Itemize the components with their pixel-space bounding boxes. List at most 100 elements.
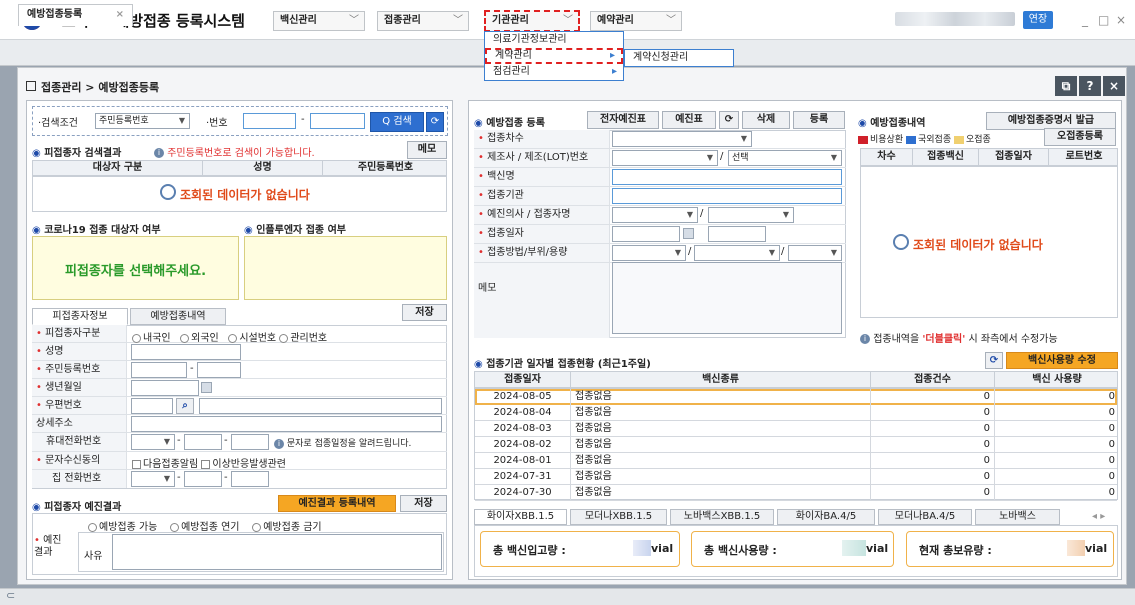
tab-person-info[interactable]: 피접종자정보 <box>32 308 128 325</box>
submenu-contract-application[interactable]: 계약신청관리 <box>624 49 734 67</box>
radio-manage[interactable] <box>279 333 289 343</box>
memo-button[interactable]: 메모 <box>407 141 447 159</box>
error-register-button[interactable]: 오접종등록 <box>1044 128 1116 146</box>
radio-domestic[interactable] <box>132 333 141 343</box>
home-mid-input[interactable] <box>184 471 222 487</box>
menu-institution[interactable]: 기관관리 ﹀ <box>484 10 580 32</box>
dropdown-item-hospital-info[interactable]: 의료기관정보관리 <box>485 32 623 48</box>
dropdown-item-contract[interactable]: 계약관리 ▸ <box>485 48 623 64</box>
reason-input[interactable] <box>112 534 442 570</box>
breadcrumb-icon <box>26 81 36 91</box>
vaccinator-select[interactable]: ▼ <box>708 207 794 223</box>
daily-cell-type: 접종없음 <box>571 437 871 453</box>
table-row[interactable]: 2024-08-03 접종없음 0 0 <box>475 421 1117 437</box>
tab-vaccination-history[interactable]: 예방접종내역 <box>130 308 226 325</box>
vaccine-tab[interactable]: 노바백스 <box>975 509 1060 525</box>
delete-button[interactable]: 삭제 <box>742 111 790 129</box>
menu-vaccination[interactable]: 접종관리 ﹀ <box>377 11 469 31</box>
close-button[interactable]: × <box>1116 13 1126 27</box>
search-button[interactable]: Q 검색 <box>370 112 424 132</box>
col-target-type: 대상자 구분 <box>33 161 203 175</box>
prescreen-save-button[interactable]: 저장 <box>400 495 447 512</box>
vaccine-tab[interactable]: 모더나BA.4/5 <box>878 509 972 525</box>
number-label: ·번호 <box>206 118 228 129</box>
popup-icon[interactable]: ⧉ <box>1055 76 1077 96</box>
checkbox-adverse[interactable] <box>201 459 211 469</box>
daily-cell-count: 0 <box>871 469 995 485</box>
institution-input[interactable] <box>612 188 842 204</box>
method-select[interactable]: ▼ <box>612 245 686 261</box>
tab-scroll-icon[interactable]: ◂ ▸ <box>1092 511 1105 522</box>
refresh-icon[interactable]: ⟳ <box>719 111 739 129</box>
address-input[interactable] <box>199 398 442 414</box>
zip-search-icon[interactable]: ⌕ <box>176 398 194 414</box>
calendar-icon[interactable] <box>201 382 212 393</box>
chevron-down-icon: ▼ <box>178 116 185 125</box>
person-save-button[interactable]: 저장 <box>402 304 447 321</box>
vaccine-name-input[interactable] <box>612 169 842 185</box>
maximize-button[interactable]: □ <box>1098 13 1109 27</box>
rrn-back-input[interactable] <box>310 113 365 129</box>
table-row[interactable]: 2024-08-05 접종없음 0 0 <box>475 389 1117 405</box>
search-condition-select[interactable]: 주민등록번호 ▼ <box>95 113 190 129</box>
vaccine-tab[interactable]: 화이자BA.4/5 <box>777 509 875 525</box>
vaccine-tab[interactable]: 노바백스XBB.1.5 <box>670 509 774 525</box>
person-rrn-back[interactable] <box>197 362 241 378</box>
name-input[interactable] <box>131 344 241 360</box>
mobile-prefix-select[interactable]: ▼ <box>131 434 175 450</box>
minimize-button[interactable]: _ <box>1082 13 1088 27</box>
maker-select[interactable]: ▼ <box>612 150 718 166</box>
radio-possible[interactable] <box>88 522 97 532</box>
table-row[interactable]: 2024-07-31 접종없음 0 0 <box>475 469 1117 485</box>
usage-edit-button[interactable]: 백신사용량 수정 <box>1006 352 1118 369</box>
table-row[interactable]: 2024-08-02 접종없음 0 0 <box>475 437 1117 453</box>
prescreen-form-button[interactable]: 예진표 <box>662 111 716 129</box>
help-icon[interactable]: ? <box>1079 76 1101 96</box>
table-row[interactable]: 2024-07-30 접종없음 0 0 <box>475 485 1117 501</box>
home-prefix-select[interactable]: ▼ <box>131 471 175 487</box>
prescreen-history-button[interactable]: 예진결과 등록내역 <box>278 495 396 512</box>
table-row[interactable]: 2024-08-04 접종없음 0 0 <box>475 405 1117 421</box>
zip-input[interactable] <box>131 398 173 414</box>
col-vaccine: 접종백신 <box>913 149 979 165</box>
register-button[interactable]: 등록 <box>793 111 845 129</box>
dose-select[interactable]: ▼ <box>612 131 752 147</box>
vaccine-tab[interactable]: 화이자XBB.1.5 <box>474 509 567 525</box>
memo-input[interactable] <box>612 262 842 334</box>
close-tab-icon[interactable]: × <box>116 5 124 25</box>
date-input[interactable] <box>612 226 680 242</box>
detail-address-input[interactable] <box>131 416 442 432</box>
rrn-front-input[interactable] <box>243 113 296 129</box>
birth-input[interactable] <box>131 380 199 396</box>
calendar-icon[interactable] <box>683 228 694 239</box>
mobile-mid-input[interactable] <box>184 434 222 450</box>
vaccine-tab[interactable]: 모더나XBB.1.5 <box>570 509 667 525</box>
tab-vaccination-register[interactable]: 예방접종등록 × <box>18 4 133 26</box>
radio-facility[interactable] <box>228 333 238 343</box>
radio-postpone[interactable] <box>170 522 180 532</box>
menu-vaccine[interactable]: 백신관리 ﹀ <box>273 11 365 31</box>
checkbox-next-dose[interactable] <box>132 459 141 469</box>
dropdown-item-inspection[interactable]: 점검관리 ▸ <box>485 64 623 80</box>
prescreen-title: 피접종자 예진결과 <box>32 498 121 513</box>
site-select[interactable]: ▼ <box>694 245 780 261</box>
person-rrn-front[interactable] <box>131 362 187 378</box>
home-last-input[interactable] <box>231 471 269 487</box>
close-page-icon[interactable]: × <box>1103 76 1125 96</box>
menu-reservation[interactable]: 예약관리 ﹀ <box>590 11 682 31</box>
mobile-last-input[interactable] <box>231 434 269 450</box>
radio-foreign[interactable] <box>180 333 190 343</box>
doctor-select[interactable]: ▼ <box>612 207 698 223</box>
e-prescreen-button[interactable]: 전자예진표 <box>587 111 659 129</box>
refresh-icon[interactable]: ⟳ <box>985 352 1003 369</box>
refresh-icon[interactable]: ⟳ <box>426 112 444 132</box>
dash: - <box>224 435 228 446</box>
radio-contraindicated[interactable] <box>252 522 262 532</box>
extend-session-button[interactable]: 연장 <box>1023 11 1053 29</box>
dosage-select[interactable]: ▼ <box>788 245 842 261</box>
flu-target-title: 인플루엔자 접종 여부 <box>244 221 346 236</box>
history-nodata: 조회된 데이터가 없습니다 <box>913 238 1043 252</box>
time-input[interactable] <box>708 226 766 242</box>
lot-select[interactable]: 선택 ▼ <box>728 150 842 166</box>
table-row[interactable]: 2024-08-01 접종없음 0 0 <box>475 453 1117 469</box>
